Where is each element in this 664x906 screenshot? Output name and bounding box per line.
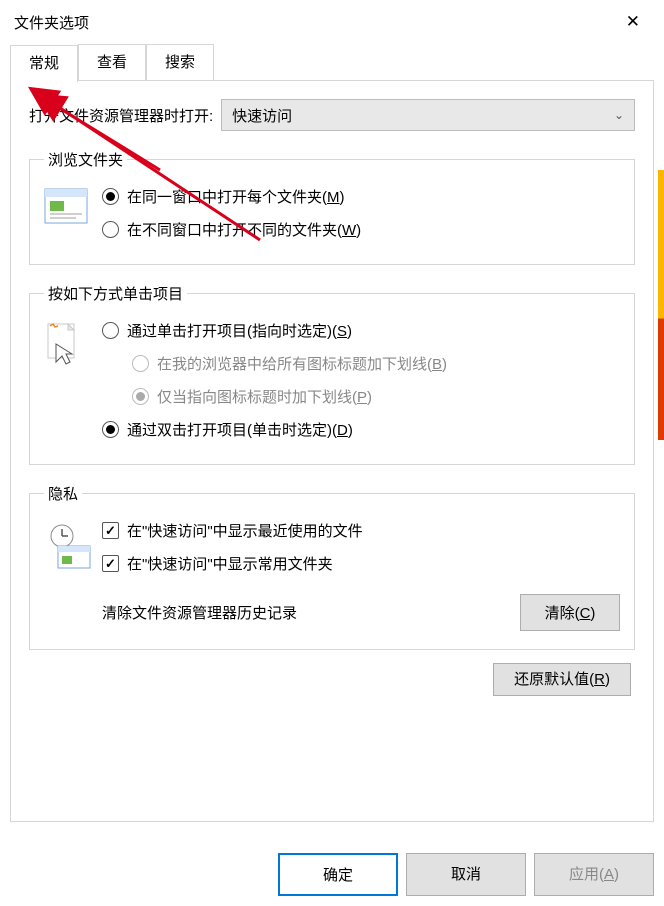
radio-icon <box>132 355 149 372</box>
radio-underline-all-label: 在我的浏览器中给所有图标标题加下划线(B) <box>157 353 447 374</box>
cursor-file-icon <box>44 314 88 370</box>
privacy-legend: 隐私 <box>44 483 82 504</box>
radio-same-window[interactable]: 在同一窗口中打开每个文件夹(M) <box>102 180 620 213</box>
tab-bar: 常规 查看 搜索 <box>0 44 664 80</box>
tab-view[interactable]: 查看 <box>78 44 146 80</box>
click-items-group: 按如下方式单击项目 通过单击打开项目(指向时选定)(S) 在我的浏览器中给所有图… <box>29 283 635 465</box>
radio-icon <box>102 421 119 438</box>
check-recent-files[interactable]: 在"快速访问"中显示最近使用的文件 <box>102 514 620 547</box>
cancel-button[interactable]: 取消 <box>406 853 526 896</box>
titlebar: 文件夹选项 ✕ <box>0 0 664 44</box>
checkbox-icon <box>102 522 119 539</box>
radio-underline-point-label: 仅当指向图标标题时加下划线(P) <box>157 386 372 407</box>
radio-icon <box>132 388 149 405</box>
radio-double-click-label: 通过双击打开项目(单击时选定)(D) <box>127 419 353 440</box>
radio-underline-point: 仅当指向图标标题时加下划线(P) <box>102 380 620 413</box>
tab-general[interactable]: 常规 <box>10 45 78 82</box>
checkbox-icon <box>102 555 119 572</box>
folder-window-icon <box>44 180 88 232</box>
radio-diff-window-label: 在不同窗口中打开不同的文件夹(W) <box>127 219 361 240</box>
radio-icon <box>102 322 119 339</box>
close-icon[interactable]: ✕ <box>616 8 650 36</box>
history-icon <box>44 514 88 574</box>
radio-same-window-label: 在同一窗口中打开每个文件夹(M) <box>127 186 345 207</box>
dialog-footer: 确定 取消 应用(A) <box>278 853 654 896</box>
browse-folders-group: 浏览文件夹 在同一窗口中打开每个文件夹(M) 在不同窗口中打开不 <box>29 149 635 265</box>
open-explorer-value: 快速访问 <box>232 105 292 126</box>
ok-button[interactable]: 确定 <box>278 853 398 896</box>
restore-defaults-button[interactable]: 还原默认值(R) <box>493 663 631 696</box>
check-recent-label: 在"快速访问"中显示最近使用的文件 <box>127 520 363 541</box>
clear-button[interactable]: 清除(C) <box>520 594 620 631</box>
privacy-group: 隐私 在"快速访问"中显示最近使用的文件 <box>29 483 635 650</box>
tab-panel: 打开文件资源管理器时打开: 快速访问 ⌄ 浏览文件夹 在同一窗口中打开每个文 <box>10 80 654 822</box>
radio-double-click[interactable]: 通过双击打开项目(单击时选定)(D) <box>102 413 620 446</box>
radio-single-click-label: 通过单击打开项目(指向时选定)(S) <box>127 320 352 341</box>
check-frequent-folders[interactable]: 在"快速访问"中显示常用文件夹 <box>102 547 620 580</box>
check-frequent-label: 在"快速访问"中显示常用文件夹 <box>127 553 333 574</box>
radio-icon <box>102 188 119 205</box>
radio-underline-all: 在我的浏览器中给所有图标标题加下划线(B) <box>102 347 620 380</box>
tab-search[interactable]: 搜索 <box>146 44 214 80</box>
chevron-down-icon: ⌄ <box>614 108 624 122</box>
radio-diff-window[interactable]: 在不同窗口中打开不同的文件夹(W) <box>102 213 620 246</box>
open-explorer-label: 打开文件资源管理器时打开: <box>29 105 213 126</box>
radio-single-click[interactable]: 通过单击打开项目(指向时选定)(S) <box>102 314 620 347</box>
radio-icon <box>102 221 119 238</box>
window-title: 文件夹选项 <box>14 12 89 33</box>
open-explorer-select[interactable]: 快速访问 ⌄ <box>221 99 635 131</box>
decorative-accent <box>658 170 664 440</box>
apply-button[interactable]: 应用(A) <box>534 853 654 896</box>
clear-history-label: 清除文件资源管理器历史记录 <box>102 602 297 623</box>
browse-legend: 浏览文件夹 <box>44 149 127 170</box>
open-explorer-row: 打开文件资源管理器时打开: 快速访问 ⌄ <box>29 99 635 131</box>
click-legend: 按如下方式单击项目 <box>44 283 187 304</box>
